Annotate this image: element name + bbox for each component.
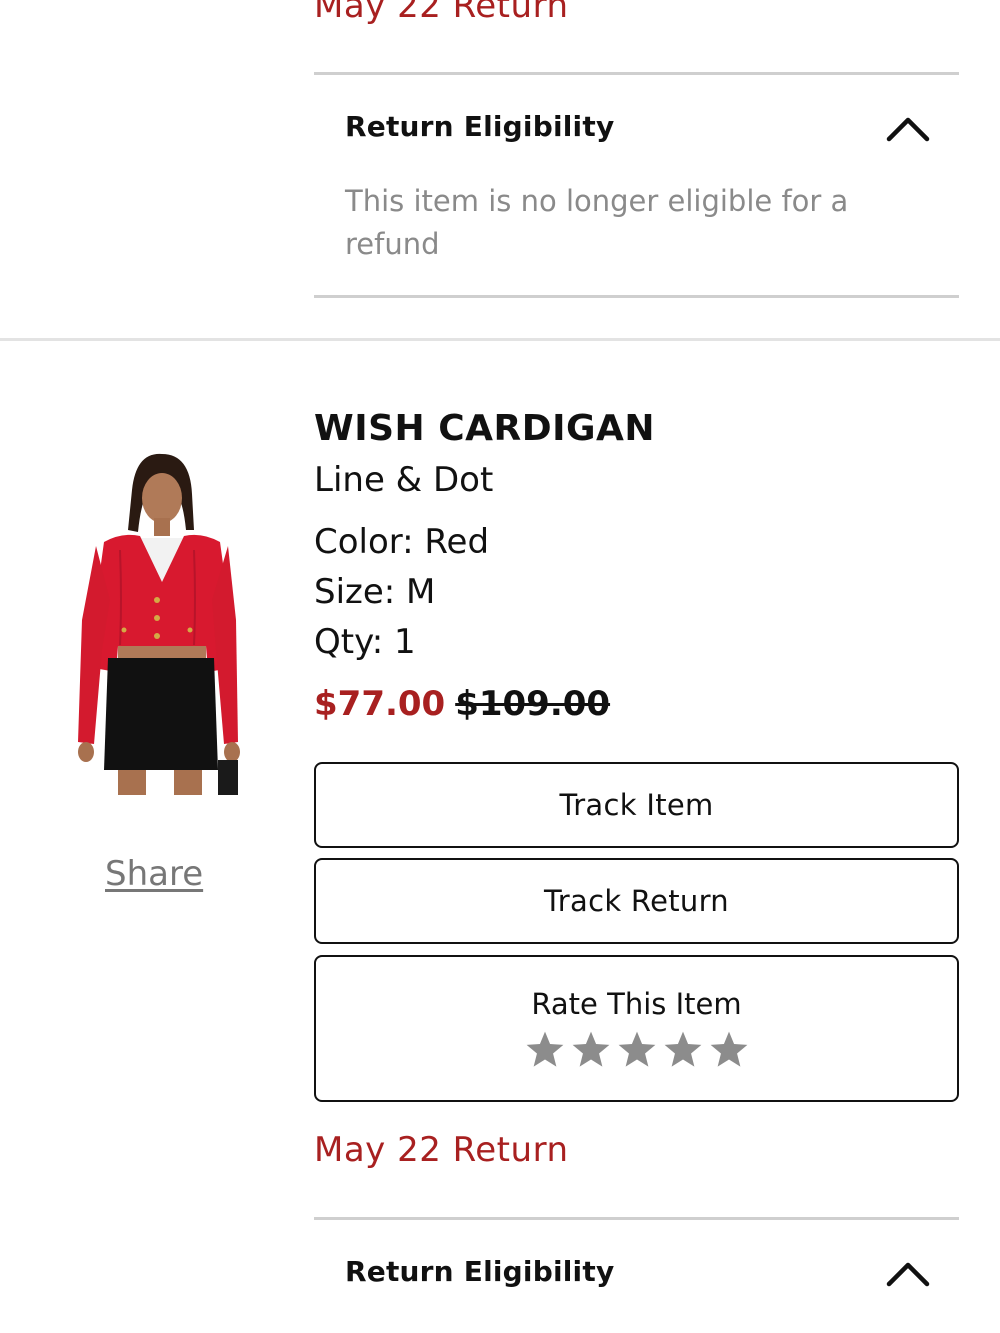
product-name: WISH CARDIGAN xyxy=(314,408,656,449)
rate-item-label: Rate This Item xyxy=(531,987,742,1021)
track-item-button[interactable]: Track Item xyxy=(314,762,959,848)
return-eligibility-title: Return Eligibility xyxy=(345,1255,615,1288)
product-brand: Line & Dot xyxy=(314,460,494,500)
star-icon[interactable] xyxy=(708,1029,750,1071)
sale-price: $77.00 xyxy=(314,684,446,724)
original-price: $109.00 xyxy=(455,684,611,724)
share-link[interactable]: Share xyxy=(105,854,203,894)
return-date-label: May 22 Return xyxy=(314,1130,569,1170)
return-eligibility-title: Return Eligibility xyxy=(345,110,615,143)
price-row: $77.00 $109.00 xyxy=(314,684,610,724)
product-image[interactable] xyxy=(74,450,242,795)
divider xyxy=(314,72,959,75)
divider xyxy=(314,1217,959,1220)
chevron-up-icon[interactable] xyxy=(886,1258,930,1288)
product-color: Color: Red xyxy=(314,522,490,562)
track-return-button[interactable]: Track Return xyxy=(314,858,959,944)
star-icon[interactable] xyxy=(662,1029,704,1071)
product-size: Size: M xyxy=(314,572,436,612)
rate-item-box[interactable]: Rate This Item xyxy=(314,955,959,1102)
star-icon[interactable] xyxy=(524,1029,566,1071)
product-qty: Qty: 1 xyxy=(314,622,416,662)
divider xyxy=(314,295,959,298)
return-date-label: May 22 Return xyxy=(314,0,569,26)
star-rating[interactable] xyxy=(316,1029,957,1071)
chevron-up-icon[interactable] xyxy=(886,113,930,143)
star-icon[interactable] xyxy=(616,1029,658,1071)
section-divider xyxy=(0,338,1000,341)
star-icon[interactable] xyxy=(570,1029,612,1071)
return-eligibility-text: This item is no longer eligible for a re… xyxy=(345,184,849,261)
